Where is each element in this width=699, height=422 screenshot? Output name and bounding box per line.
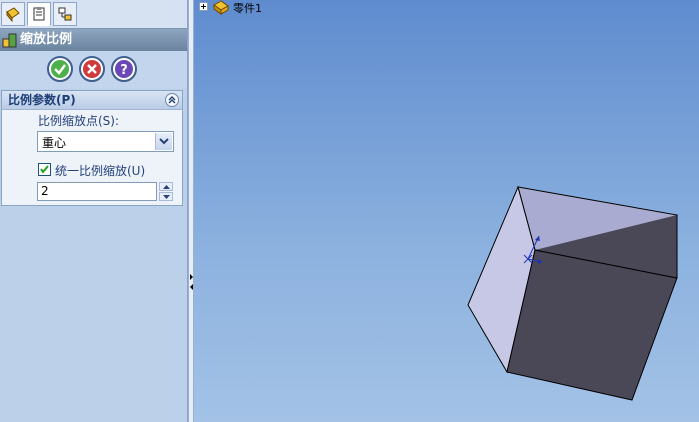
action-buttons: ? [0, 51, 187, 89]
cancel-button[interactable] [79, 56, 105, 82]
tab-property-manager[interactable] [27, 2, 51, 26]
help-button[interactable]: ? [111, 56, 137, 82]
cube-model[interactable] [194, 0, 699, 422]
panel-title-bar: 缩放比例 [0, 29, 187, 51]
scale-point-label: 比例缩放点(S): [38, 114, 120, 128]
graphics-viewport[interactable]: 零件1 [194, 0, 699, 422]
group-title: 比例参数(P) [8, 93, 76, 107]
scale-factor-input[interactable]: 2 [37, 182, 157, 201]
check-icon [40, 165, 49, 174]
checkmark-icon [51, 60, 69, 78]
question-mark-icon: ? [115, 60, 133, 78]
configuration-icon [58, 7, 72, 21]
scale-point-select[interactable]: 重心 [37, 131, 174, 152]
panel-title: 缩放比例 [20, 32, 73, 47]
group-header[interactable]: 比例参数(P) [2, 91, 182, 110]
tab-configuration-manager[interactable] [53, 2, 77, 26]
scale-parameters-group: 比例参数(P) 比例缩放点(S): 重心 统一比例缩放(U) 2 [1, 90, 183, 206]
close-icon [83, 60, 101, 78]
scale-factor-spinner [159, 182, 173, 201]
property-manager-panel: 缩放比例 ? 比例参数(P) 比例缩放点(S): 重心 统一比例缩放(U) 2 [0, 0, 188, 422]
property-sheet-icon [33, 7, 45, 21]
feature-tree-icon [6, 7, 20, 22]
dropdown-arrow[interactable] [155, 133, 172, 150]
collapse-button[interactable] [165, 93, 179, 107]
arrow-down-icon [163, 195, 170, 199]
spin-up-button[interactable] [159, 182, 173, 191]
svg-text:?: ? [120, 63, 128, 78]
uniform-scale-checkbox[interactable] [38, 163, 51, 176]
chevron-up-icon [168, 96, 176, 104]
arrow-up-icon [163, 185, 170, 189]
scale-point-value: 重心 [42, 136, 67, 150]
ok-button[interactable] [47, 56, 73, 82]
uniform-scale-label: 统一比例缩放(U) [55, 164, 146, 178]
spin-down-button[interactable] [159, 192, 173, 201]
panel-tabs [0, 0, 187, 29]
tab-feature-manager[interactable] [1, 2, 25, 26]
chevron-down-icon [159, 138, 169, 145]
